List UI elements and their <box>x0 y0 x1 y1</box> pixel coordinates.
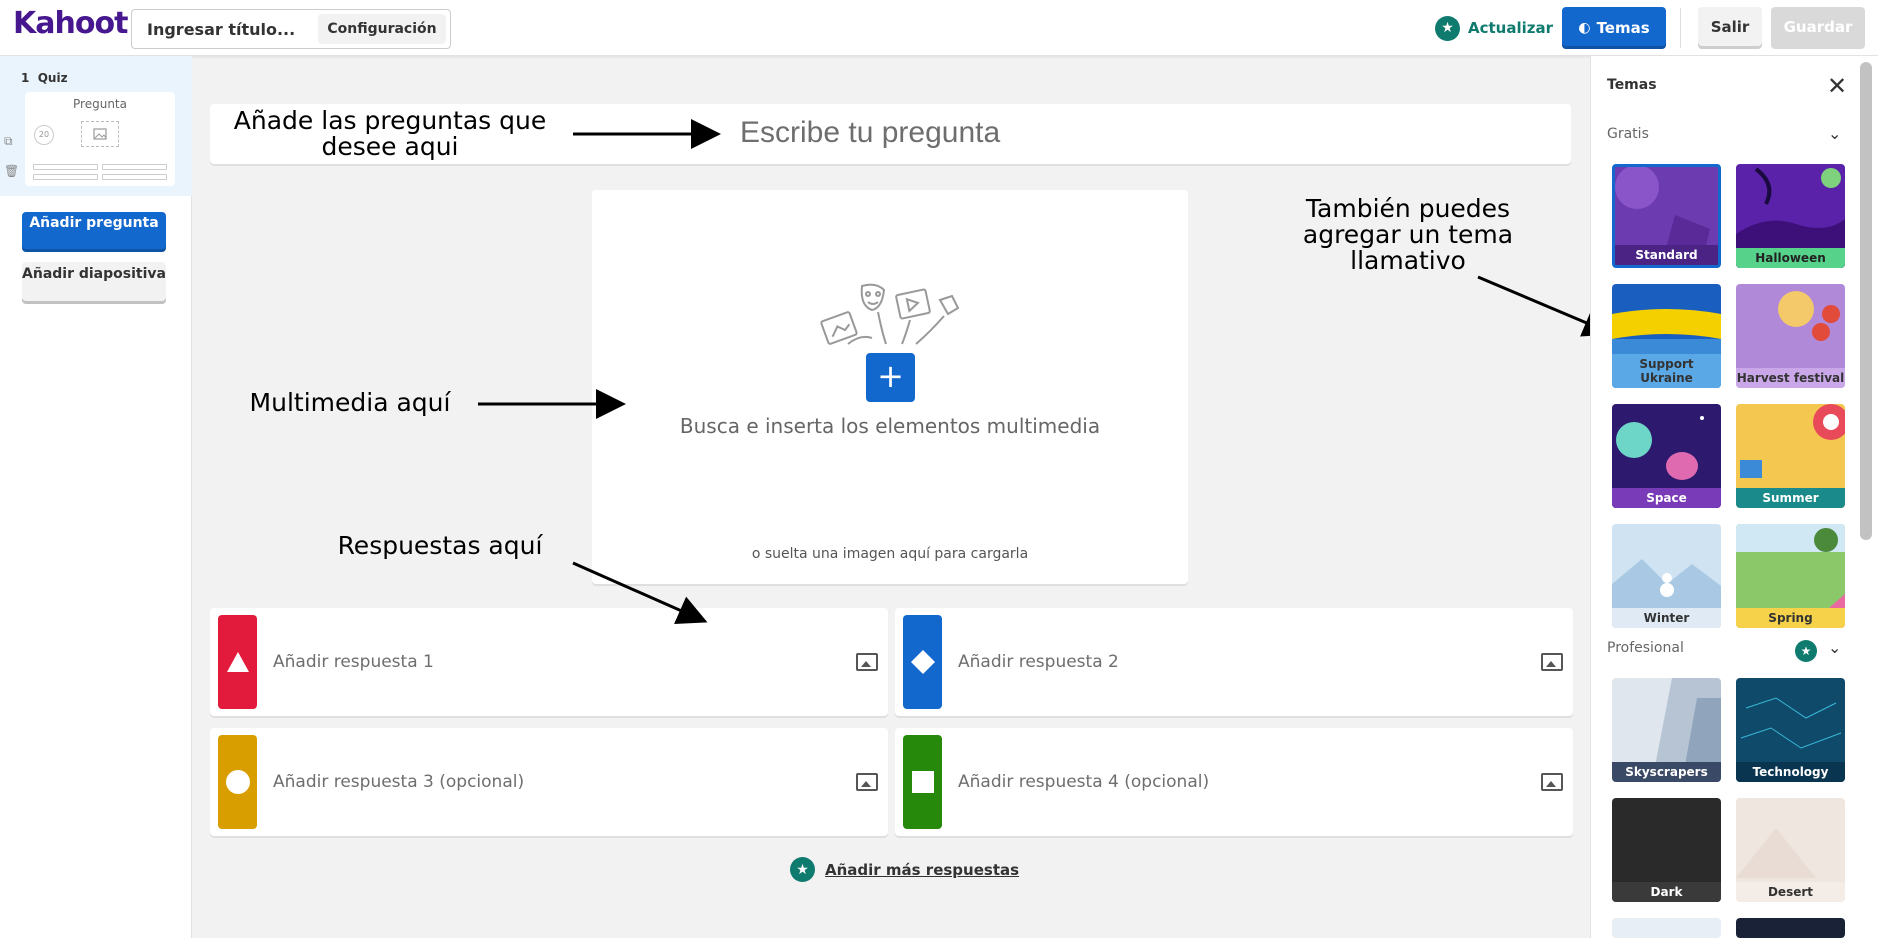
theme-spring[interactable]: Spring <box>1736 524 1845 628</box>
theme-partial[interactable] <box>1612 918 1721 938</box>
pro-section-label: Profesional <box>1607 640 1684 656</box>
star-icon: ★ <box>1795 640 1817 662</box>
theme-label: Summer <box>1736 488 1845 508</box>
theme-technology[interactable]: Technology <box>1736 678 1845 782</box>
theme-summer[interactable]: Summer <box>1736 404 1845 508</box>
themes-panel-title: Temas <box>1607 77 1657 93</box>
theme-space[interactable]: Space <box>1612 404 1721 508</box>
theme-label: Space <box>1612 488 1721 508</box>
themes-scrollbar[interactable] <box>1860 62 1872 540</box>
theme-halloween[interactable]: Halloween <box>1736 164 1845 268</box>
theme-label: Spring <box>1736 608 1845 628</box>
theme-desert[interactable]: Desert <box>1736 798 1845 902</box>
theme-label: Dark <box>1612 882 1721 902</box>
chevron-down-icon[interactable]: ⌄ <box>1828 124 1841 143</box>
theme-harvest-festival[interactable]: Harvest festival <box>1736 284 1845 388</box>
chevron-down-icon[interactable]: ⌄ <box>1828 638 1841 657</box>
theme-label: Halloween <box>1736 248 1845 268</box>
theme-partial[interactable] <box>1736 918 1845 938</box>
theme-dark[interactable]: Dark <box>1612 798 1721 902</box>
theme-label: Technology <box>1736 762 1845 782</box>
theme-label: Standard <box>1615 245 1718 265</box>
theme-support-ukraine[interactable]: Support Ukraine <box>1612 284 1721 388</box>
theme-standard[interactable]: Standard <box>1612 164 1721 268</box>
theme-label: Winter <box>1612 608 1721 628</box>
theme-label: Support Ukraine <box>1612 354 1721 388</box>
theme-winter[interactable]: Winter <box>1612 524 1721 628</box>
free-section-label: Gratis <box>1607 126 1649 142</box>
theme-skyscrapers[interactable]: Skyscrapers <box>1612 678 1721 782</box>
themes-panel: Temas ✕ Gratis ⌄ Standard Halloween Supp… <box>1590 56 1878 938</box>
theme-label: Desert <box>1736 882 1845 902</box>
close-icon[interactable]: ✕ <box>1827 72 1847 100</box>
theme-label: Harvest festival <box>1736 368 1845 388</box>
theme-label: Skyscrapers <box>1612 762 1721 782</box>
